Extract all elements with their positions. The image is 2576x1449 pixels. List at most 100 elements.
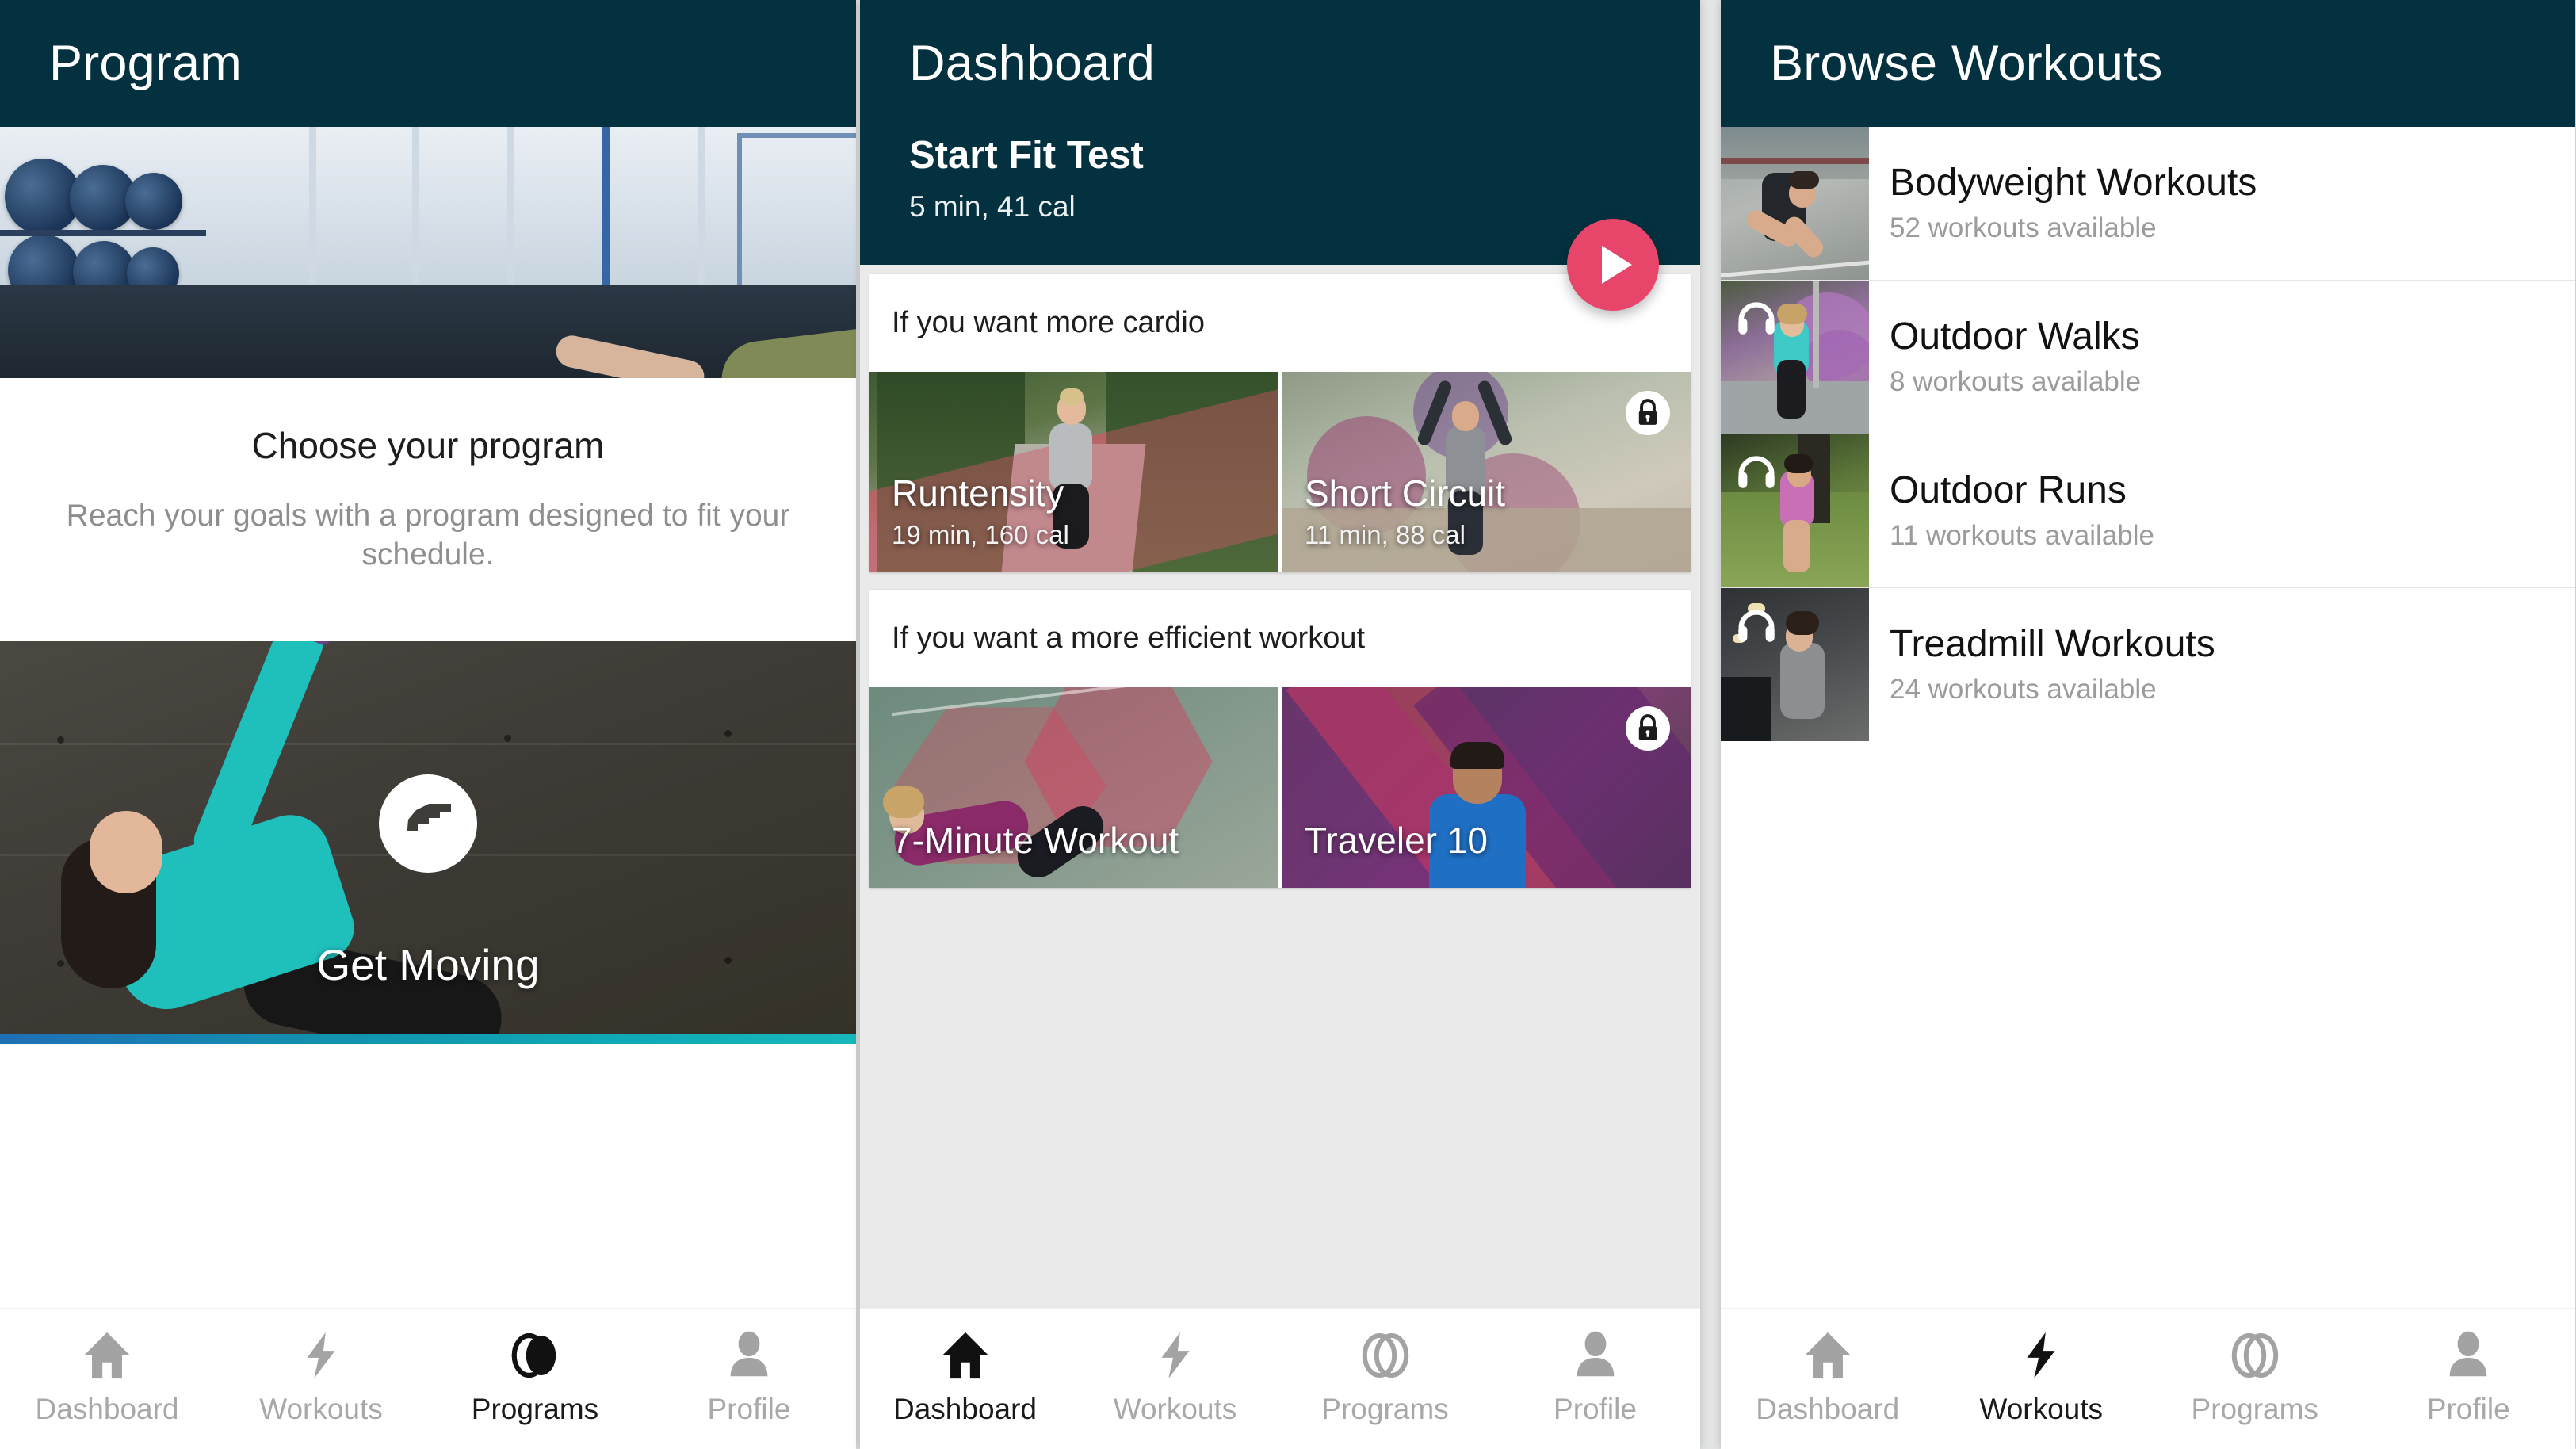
- efficient-section-heading: If you want a more efficient workout: [892, 621, 1366, 655]
- panel-browse-workouts: Browse Workouts Bodyweight Workouts 52 w…: [1721, 0, 2575, 1449]
- bottom-nav-program: Dashboard Workouts Programs Profile: [0, 1308, 856, 1449]
- efficient-tile-row: 7-Minute Workout Traveler 10: [869, 687, 1691, 888]
- page-title: Browse Workouts: [1770, 35, 2163, 91]
- play-icon: [1602, 246, 1632, 284]
- program-card-label: Get Moving: [316, 939, 540, 989]
- nav-item-dashboard[interactable]: Dashboard: [860, 1326, 1070, 1426]
- headphones-icon: [1733, 447, 1779, 493]
- nav-item-profile[interactable]: Profile: [642, 1326, 856, 1426]
- row-subtitle: 24 workouts available: [1890, 674, 2157, 705]
- person-icon: [1568, 1326, 1623, 1385]
- tile-title: Runtensity: [892, 472, 1064, 514]
- bottom-nav-browse: Dashboard Workouts Programs Profile: [1721, 1308, 2575, 1449]
- browse-row-treadmill-workouts[interactable]: Treadmill Workouts 24 workouts available: [1721, 588, 2575, 741]
- cardio-section-card: If you want more cardio Runtensity 19 mi…: [869, 274, 1691, 572]
- nav-label-profile: Profile: [2426, 1393, 2510, 1425]
- headphones-icon: [1733, 293, 1779, 339]
- nav-item-programs[interactable]: Programs: [1280, 1326, 1490, 1426]
- choose-program-section: Choose your program Reach your goals wit…: [0, 378, 856, 624]
- row-thumbnail: [1721, 127, 1869, 280]
- nav-label-workouts: Workouts: [1113, 1393, 1237, 1425]
- nav-item-workouts[interactable]: Workouts: [1070, 1326, 1280, 1426]
- fit-test-meta: 5 min, 41 cal: [909, 190, 1076, 223]
- panel-divider-2: [1700, 0, 1721, 1449]
- nav-label-dashboard: Dashboard: [1756, 1393, 1900, 1425]
- nav-item-programs[interactable]: Programs: [428, 1326, 642, 1426]
- nav-label-workouts: Workouts: [1979, 1393, 2104, 1425]
- home-icon: [1800, 1326, 1856, 1385]
- bolt-icon: [1148, 1326, 1203, 1385]
- nav-item-profile[interactable]: Profile: [1490, 1326, 1700, 1426]
- headphones-icon: [1733, 601, 1779, 647]
- tile-title: Short Circuit: [1305, 472, 1506, 514]
- row-title: Treadmill Workouts: [1890, 622, 2215, 665]
- program-appbar: Program: [0, 0, 856, 127]
- rings-icon: [1358, 1326, 1413, 1385]
- program-hero-image: [0, 127, 856, 378]
- page-title: Dashboard: [909, 35, 1156, 91]
- nav-item-dashboard[interactable]: Dashboard: [1721, 1326, 1935, 1426]
- row-title: Bodyweight Workouts: [1890, 161, 2257, 204]
- tile-title: Traveler 10: [1305, 819, 1488, 861]
- choose-program-subtitle: Reach your goals with a program designed…: [66, 499, 790, 572]
- nav-item-workouts[interactable]: Workouts: [1935, 1326, 2149, 1426]
- rings-icon: [2227, 1326, 2283, 1385]
- browse-row-outdoor-walks[interactable]: Outdoor Walks 8 workouts available: [1721, 281, 2575, 434]
- row-title: Outdoor Runs: [1890, 468, 2127, 511]
- home-icon: [79, 1326, 135, 1385]
- program-body: Choose your program Reach your goals wit…: [0, 127, 856, 1308]
- row-text: Outdoor Runs 11 workouts available: [1869, 434, 2575, 587]
- row-text: Outdoor Walks 8 workouts available: [1869, 281, 2575, 434]
- home-icon: [938, 1326, 993, 1385]
- nav-label-programs: Programs: [471, 1393, 599, 1425]
- tile-meta: 11 min, 88 cal: [1305, 520, 1466, 549]
- row-subtitle: 11 workouts available: [1890, 520, 2154, 552]
- row-subtitle: 8 workouts available: [1890, 366, 2142, 398]
- cardio-section-heading: If you want more cardio: [892, 306, 1205, 339]
- workout-tile-traveler-10[interactable]: Traveler 10: [1282, 687, 1691, 888]
- nav-label-dashboard: Dashboard: [35, 1393, 179, 1425]
- bolt-icon: [293, 1326, 349, 1385]
- row-text: Treadmill Workouts 24 workouts available: [1869, 588, 2575, 741]
- dashboard-appbar: Dashboard: [860, 0, 1700, 127]
- workout-tile-7-minute-workout[interactable]: 7-Minute Workout: [869, 687, 1278, 888]
- nav-item-dashboard[interactable]: Dashboard: [0, 1326, 214, 1426]
- nav-item-programs[interactable]: Programs: [2148, 1326, 2362, 1426]
- lock-icon: [1626, 391, 1670, 435]
- workout-tile-short-circuit[interactable]: Short Circuit 11 min, 88 cal: [1282, 372, 1691, 572]
- tile-title: 7-Minute Workout: [892, 819, 1179, 861]
- panel-dashboard: Dashboard Start Fit Test 5 min, 41 cal I…: [860, 0, 1700, 1449]
- row-thumbnail: [1721, 434, 1869, 587]
- nav-label-programs: Programs: [2191, 1393, 2318, 1425]
- row-title: Outdoor Walks: [1890, 315, 2140, 357]
- screenshot-stage: Program Choose your program Reach your g…: [0, 0, 2576, 1449]
- play-button[interactable]: [1567, 219, 1659, 311]
- person-icon: [2440, 1326, 2496, 1385]
- rings-icon: [507, 1326, 563, 1385]
- row-text: Bodyweight Workouts 52 workouts availabl…: [1869, 127, 2575, 280]
- workout-tile-runtensity[interactable]: Runtensity 19 min, 160 cal: [869, 372, 1278, 572]
- browse-row-outdoor-runs[interactable]: Outdoor Runs 11 workouts available: [1721, 434, 2575, 588]
- lock-icon: [1626, 706, 1670, 751]
- panel-program: Program Choose your program Reach your g…: [0, 0, 856, 1449]
- cardio-tile-row: Runtensity 19 min, 160 cal Short Circuit…: [869, 372, 1691, 572]
- person-icon: [721, 1326, 777, 1385]
- program-progress-bar: [0, 1034, 856, 1044]
- nav-label-profile: Profile: [1554, 1393, 1637, 1425]
- tile-meta: 19 min, 160 cal: [892, 520, 1069, 549]
- nav-label-workouts: Workouts: [259, 1393, 383, 1425]
- browse-row-bodyweight-workouts[interactable]: Bodyweight Workouts 52 workouts availabl…: [1721, 127, 2575, 281]
- bottom-nav-dashboard: Dashboard Workouts Programs Profile: [860, 1308, 1700, 1449]
- efficient-section-card: If you want a more efficient workout 7-M…: [869, 590, 1691, 888]
- fit-test-title: Start Fit Test: [909, 134, 1144, 177]
- choose-program-title: Choose your program: [251, 425, 605, 466]
- row-thumbnail: [1721, 588, 1869, 741]
- nav-item-profile[interactable]: Profile: [2362, 1326, 2576, 1426]
- nav-label-dashboard: Dashboard: [892, 1393, 1037, 1425]
- stairs-circle-icon: [379, 774, 477, 873]
- nav-item-workouts[interactable]: Workouts: [214, 1326, 428, 1426]
- browse-list: Bodyweight Workouts 52 workouts availabl…: [1721, 127, 2575, 1308]
- nav-label-profile: Profile: [707, 1393, 791, 1425]
- program-card-get-moving[interactable]: Get Moving: [0, 640, 856, 1044]
- start-fit-test-banner[interactable]: Start Fit Test 5 min, 41 cal: [860, 127, 1700, 311]
